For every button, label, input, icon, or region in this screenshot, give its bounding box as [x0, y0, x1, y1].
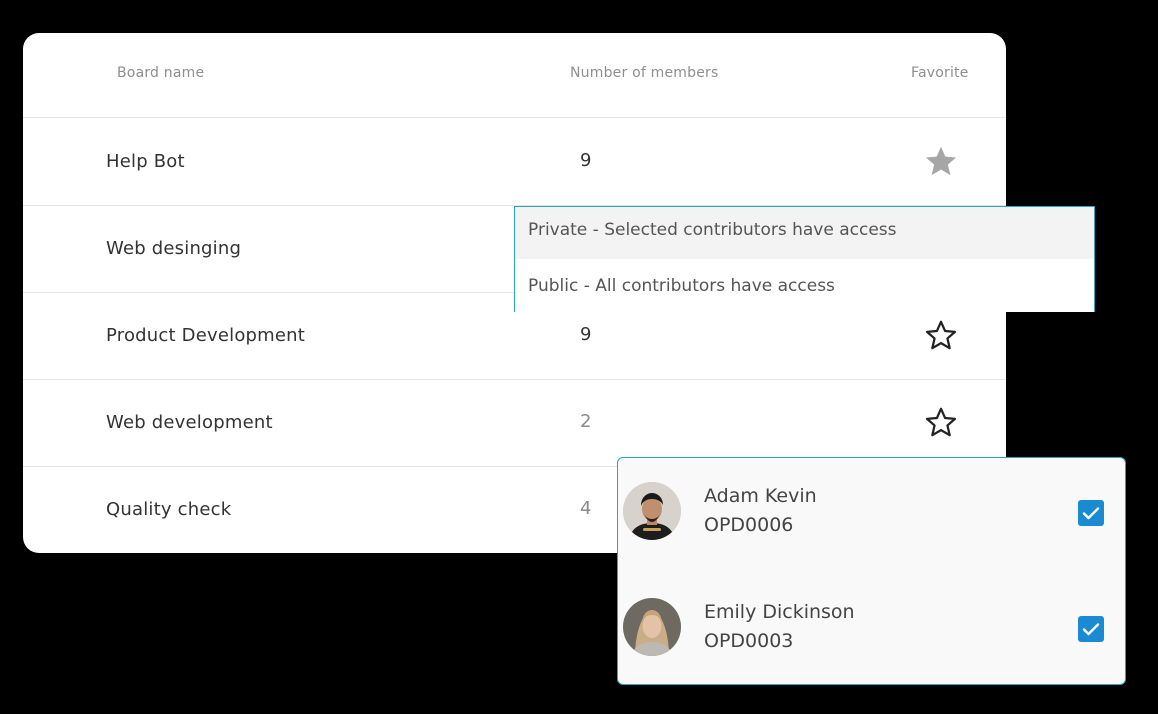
column-header-favorite[interactable]: Favorite	[911, 65, 969, 81]
member-item[interactable]: Adam Kevin OPD0006	[618, 458, 1125, 568]
board-name[interactable]: Web development	[106, 412, 273, 433]
board-name[interactable]: Product Development	[106, 325, 305, 346]
member-count: 4	[580, 498, 592, 519]
star-filled-icon[interactable]	[923, 143, 959, 179]
woman-avatar-icon	[623, 598, 681, 656]
table-header: Board name Number of members Favorite	[23, 33, 1006, 118]
member-checkbox[interactable]	[1078, 500, 1104, 526]
member-id: OPD0006	[704, 514, 794, 536]
board-name[interactable]: Web desinging	[106, 238, 241, 259]
table-row[interactable]: Web development 2	[23, 379, 1006, 467]
member-count: 9	[580, 324, 592, 345]
avatar	[623, 598, 681, 656]
avatar	[623, 482, 681, 540]
star-outline-icon[interactable]	[923, 404, 959, 440]
table-row[interactable]: Help Bot 9	[23, 118, 1006, 206]
board-name[interactable]: Help Bot	[106, 151, 185, 172]
members-panel: Adam Kevin OPD0006 Emily Dickinson OPD00…	[617, 457, 1126, 685]
star-outline-icon[interactable]	[923, 317, 959, 353]
member-name: Emily Dickinson	[704, 601, 855, 623]
member-id: OPD0003	[704, 630, 794, 652]
option-public[interactable]: Public - All contributors have access	[515, 260, 1094, 312]
column-header-members[interactable]: Number of members	[570, 65, 718, 81]
column-header-board-name[interactable]: Board name	[117, 65, 204, 81]
member-count: 9	[580, 150, 592, 171]
member-item[interactable]: Emily Dickinson OPD0003	[618, 574, 1125, 684]
member-count: 2	[580, 411, 592, 432]
member-checkbox[interactable]	[1078, 616, 1104, 642]
member-name: Adam Kevin	[704, 485, 817, 507]
option-private[interactable]: Private - Selected contributors have acc…	[515, 207, 1094, 259]
board-name[interactable]: Quality check	[106, 499, 231, 520]
checkmark-icon	[1082, 507, 1100, 520]
man-avatar-icon	[623, 482, 681, 540]
checkmark-icon	[1082, 623, 1100, 636]
access-dropdown[interactable]: Private - Selected contributors have acc…	[514, 206, 1095, 312]
